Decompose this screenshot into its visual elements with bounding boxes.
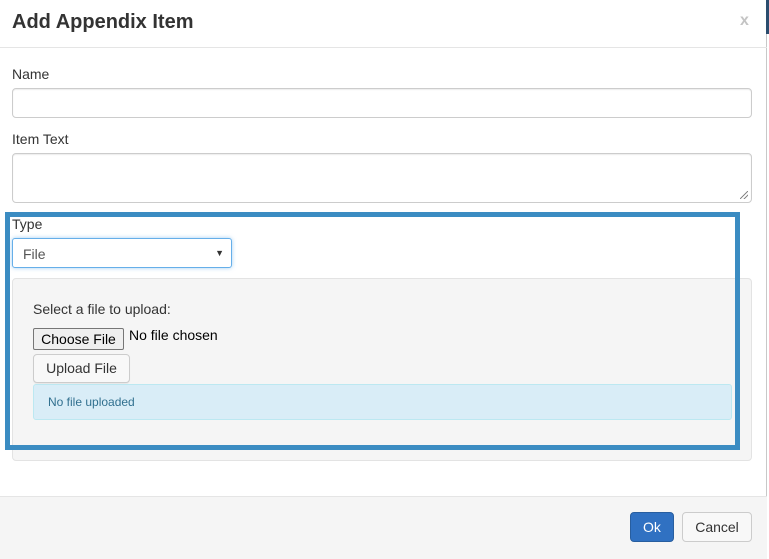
upload-status-alert: No file uploaded [33,384,732,420]
name-label: Name [12,66,50,82]
chosen-file-status: No file chosen [129,327,218,343]
name-input[interactable] [12,88,752,118]
type-select-value: File [23,246,46,262]
dialog-header: Add Appendix Item x [0,0,767,48]
resize-grip-icon[interactable] [740,191,750,201]
dialog-title: Add Appendix Item [12,11,194,33]
upload-prompt: Select a file to upload: [33,301,171,317]
item-text-label: Item Text [12,131,69,147]
close-icon[interactable]: x [740,12,749,30]
type-label: Type [12,216,43,232]
caret-down-icon: ▼ [215,248,224,258]
type-select[interactable]: File ▼ [12,238,232,268]
item-text-textarea[interactable] [12,153,752,203]
upload-status-text: No file uploaded [48,395,135,409]
cancel-button[interactable]: Cancel [682,512,752,542]
add-appendix-item-dialog: Add Appendix Item x Name Item Text Type … [0,0,769,559]
choose-file-button[interactable]: Choose File [33,328,124,350]
dialog-footer: Ok Cancel [0,496,767,559]
file-upload-panel: Select a file to upload: Choose File No … [12,278,752,461]
upload-file-button[interactable]: Upload File [33,354,130,383]
ok-button[interactable]: Ok [630,512,674,542]
resize-grip-lines [740,191,748,199]
